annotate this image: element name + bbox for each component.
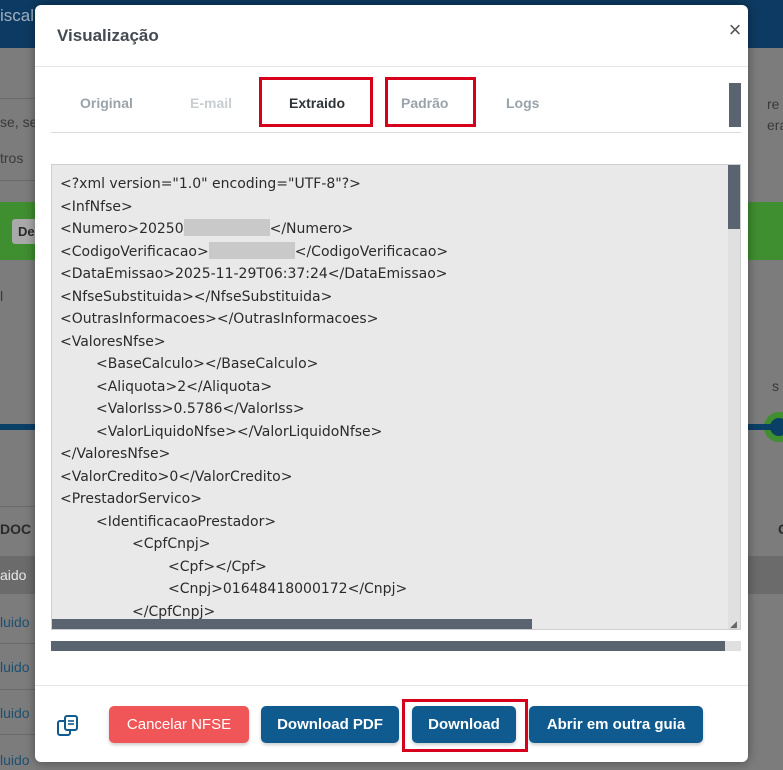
- xml-line: <BaseCalculo></BaseCalculo>: [96, 356, 319, 372]
- background-divider: [0, 734, 36, 735]
- xml-line: <InfNfse>: [60, 198, 133, 215]
- horizontal-scrollbar-thumb[interactable]: [52, 619, 532, 629]
- xml-line: <DataEmissao>2025-11-29T06:37:24</DataEm…: [60, 266, 448, 282]
- redacted-value: [208, 241, 295, 259]
- tabs-scrollbar[interactable]: [729, 83, 741, 127]
- horizontal-scrollbar[interactable]: [51, 641, 725, 651]
- xml-content: <?xml version="1.0" encoding="UTF-8"?> <I…: [60, 173, 448, 623]
- background-column-header: DOC: [0, 521, 32, 537]
- xml-line: <Numero>20250 </Numero>: [60, 218, 448, 241]
- background-title: iscal: [0, 6, 35, 25]
- xml-line: <CpfCnpj>: [132, 536, 211, 552]
- background-row: [748, 556, 783, 594]
- background-progress-bar: [748, 424, 783, 430]
- background-row-text: aido: [0, 567, 27, 583]
- xml-line: <ValorCredito>0</ValorCredito>: [60, 468, 293, 485]
- xml-line: <ValoresNfse>: [60, 333, 166, 350]
- modal-header: Visualização ×: [35, 5, 748, 67]
- vertical-scrollbar-track[interactable]: [728, 165, 740, 629]
- modal-footer-divider: [35, 685, 748, 686]
- highlight-box-padrao: [385, 77, 476, 127]
- tab-original[interactable]: Original: [80, 95, 133, 111]
- xml-line: <NfseSubstituida></NfseSubstituida>: [60, 288, 333, 305]
- background-link: luido: [0, 752, 30, 768]
- xml-line: <Aliquota>2</Aliquota>: [96, 378, 273, 395]
- xml-line: <Cpf></Cpf>: [168, 558, 267, 575]
- cancel-nfse-button[interactable]: Cancelar NFSE: [109, 706, 249, 743]
- xml-line-text: <Numero>20250: [60, 221, 184, 237]
- xml-line: <Cnpj>01648418000172</Cnpj>: [168, 581, 408, 597]
- background-divider: [0, 180, 36, 181]
- xml-line: <PrestadorServico>: [60, 491, 202, 507]
- close-icon[interactable]: ×: [723, 19, 747, 43]
- background-toolbar: [748, 202, 783, 260]
- vertical-scrollbar-thumb[interactable]: [728, 165, 740, 229]
- resize-handle-icon[interactable]: ◢: [730, 620, 739, 629]
- background-right-strip: [748, 48, 783, 770]
- background-divider: [0, 506, 36, 507]
- background-link: luido: [0, 659, 30, 675]
- xml-line-text: </Numero>: [269, 221, 354, 237]
- background-text: s: [772, 378, 779, 394]
- xml-line: <OutrasInformacoes></OutrasInformacoes>: [60, 311, 379, 327]
- background-column-header: C: [778, 521, 783, 537]
- background-divider: [0, 689, 36, 690]
- xml-line: <ValorLiquidoNfse></ValorLiquidoNfse>: [96, 423, 383, 440]
- redacted-value: [183, 219, 270, 236]
- background-text: l: [0, 288, 4, 304]
- open-new-tab-button[interactable]: Abrir em outra guia: [529, 706, 703, 743]
- background-link: luido: [0, 705, 30, 721]
- highlight-box-extraido: [259, 77, 373, 127]
- modal-title: Visualização: [57, 26, 159, 45]
- background-text: tros: [0, 150, 24, 166]
- background-divider: [0, 98, 36, 99]
- xml-line: <CodigoVerificacao> </CodigoVerificacao>: [60, 241, 448, 264]
- xml-line: </ValoresNfse>: [60, 446, 171, 462]
- background-divider: [0, 643, 36, 644]
- tab-email[interactable]: E-mail: [190, 95, 232, 111]
- background-progress-bar: [0, 424, 36, 430]
- xml-content-textarea[interactable]: <?xml version="1.0" encoding="UTF-8"?> <I…: [51, 164, 741, 630]
- xml-line: <ValorIss>0.5786</ValorIss>: [96, 401, 305, 417]
- xml-line: <IdentificacaoPrestador>: [96, 513, 277, 530]
- xml-line: <?xml version="1.0" encoding="UTF-8"?>: [60, 176, 361, 192]
- background-text: re: [767, 96, 780, 112]
- background-text: era: [767, 117, 783, 133]
- tab-logs[interactable]: Logs: [506, 95, 539, 111]
- background-text: se, se: [0, 114, 38, 130]
- preview-modal: Visualização × Original E-mail Extraido …: [35, 5, 748, 762]
- xml-line-text: <CodigoVerificacao>: [60, 243, 209, 260]
- copy-icon[interactable]: [55, 713, 81, 739]
- horizontal-scrollbar-end: [725, 641, 741, 651]
- highlight-box-download: [402, 699, 528, 752]
- download-pdf-button[interactable]: Download PDF: [261, 706, 399, 743]
- background-link: luido: [0, 614, 30, 630]
- xml-line-text: </CodigoVerificacao>: [294, 243, 449, 260]
